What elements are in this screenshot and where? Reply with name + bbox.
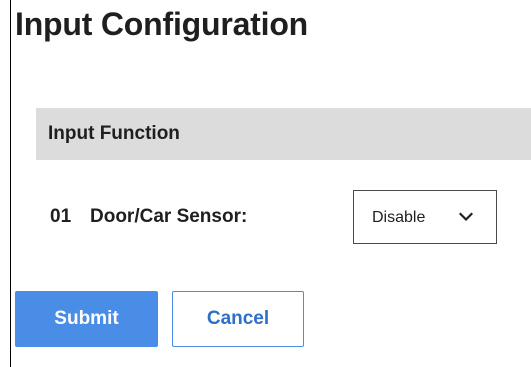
door-car-sensor-label: Door/Car Sensor: [90,206,248,227]
page-title: Input Configuration [15,6,309,42]
left-border-line [10,0,11,367]
section-header-label: Input Function [48,123,180,144]
submit-button[interactable]: Submit [15,291,158,347]
input-row-01: 01 Door/Car Sensor: Disable [36,190,516,246]
input-row-number: 01 [50,206,72,227]
door-car-sensor-select[interactable]: Disable [353,190,497,244]
cancel-button[interactable]: Cancel [172,291,304,347]
input-function-section-header: Input Function [36,108,531,160]
select-value: Disable [372,209,426,226]
chevron-down-icon [459,212,473,222]
